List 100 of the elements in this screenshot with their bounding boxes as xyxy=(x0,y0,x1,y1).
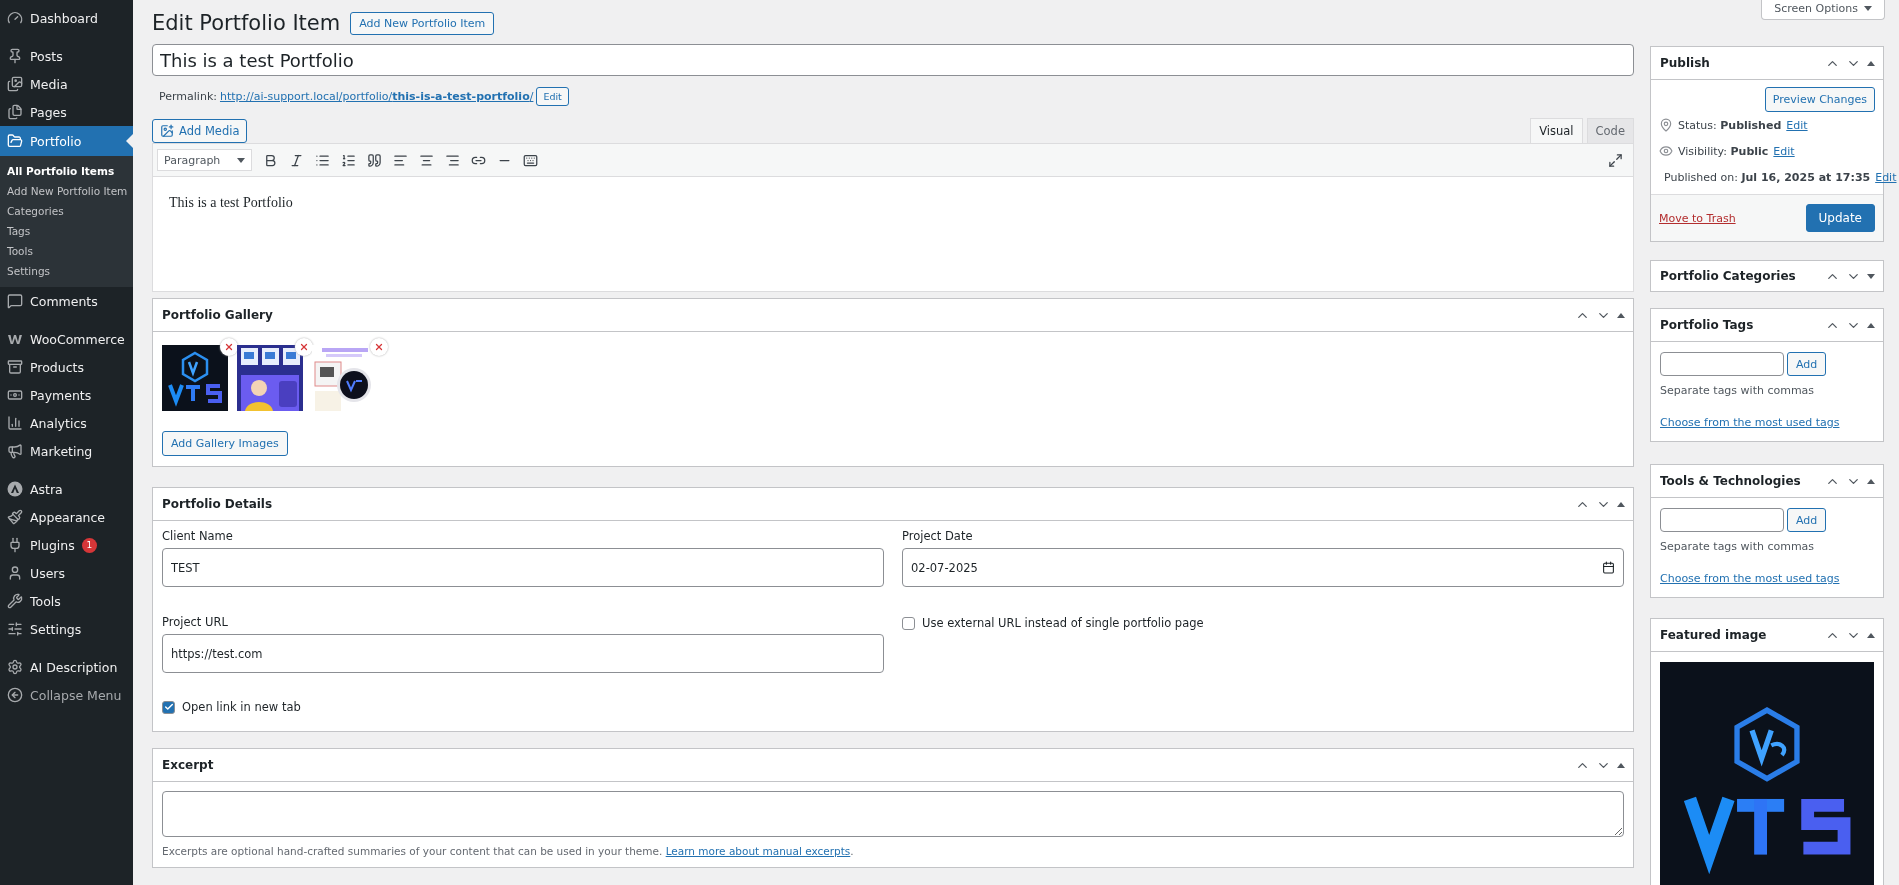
menu-item[interactable]: Dashboard xyxy=(0,4,133,32)
menu-item[interactable]: Analytics xyxy=(0,409,133,437)
box-title: Portfolio Details xyxy=(162,497,273,511)
menu-item[interactable]: Comments xyxy=(0,287,133,315)
quote-icon[interactable] xyxy=(367,152,382,168)
menu-item[interactable]: Products xyxy=(0,353,133,381)
menu-item[interactable]: Posts xyxy=(0,42,133,70)
media-icon xyxy=(7,76,23,92)
checkbox[interactable] xyxy=(162,700,175,714)
update-button[interactable]: Update xyxy=(1805,204,1875,232)
box-icon xyxy=(7,359,23,375)
remove-button[interactable] xyxy=(220,338,238,356)
submenu-item[interactable]: Tags xyxy=(0,221,133,241)
toggle-icon[interactable] xyxy=(1867,632,1875,638)
toggle-icon[interactable] xyxy=(1867,273,1875,279)
calendar-icon[interactable] xyxy=(1602,561,1615,574)
edit-permalink-button[interactable]: Edit xyxy=(536,86,569,106)
permalink-label: Permalink: xyxy=(159,89,217,103)
menu-item[interactable]: Appearance xyxy=(0,503,133,531)
pages-icon xyxy=(7,104,23,120)
add-tag-button[interactable]: Add xyxy=(1787,508,1827,532)
editor-tab[interactable]: Visual xyxy=(1530,118,1583,144)
menu-item[interactable]: Plugins 1 xyxy=(0,531,133,559)
menu-item[interactable]: Pages xyxy=(0,98,133,126)
publish-info: Visibility: Public xyxy=(1678,144,1769,158)
update-count-badge: 1 xyxy=(81,537,97,553)
publish-info: Status: Published xyxy=(1678,118,1782,132)
text-field[interactable]: https://test.com xyxy=(162,634,884,673)
submenu-item[interactable]: Tools xyxy=(0,241,133,261)
caret-icon xyxy=(1864,6,1872,11)
menu-item[interactable]: Payments xyxy=(0,381,133,409)
menu-item[interactable]: Astra xyxy=(0,475,133,503)
add-new-button[interactable]: Add New Portfolio Item xyxy=(350,11,495,35)
pin-icon xyxy=(1659,118,1673,132)
edit-link[interactable]: Edit xyxy=(1786,118,1808,132)
move-to-trash-link[interactable]: Move to Trash xyxy=(1659,211,1736,225)
date-field[interactable]: 02-07-2025 xyxy=(902,548,1624,587)
menu-item[interactable]: Marketing xyxy=(0,437,133,465)
format-select[interactable]: Paragraph xyxy=(157,149,252,171)
menu-item[interactable]: WooCommerce xyxy=(0,325,133,353)
collapse-menu-button[interactable]: Collapse Menu xyxy=(0,681,133,709)
toggle-icon[interactable] xyxy=(1867,478,1875,484)
menu-item[interactable]: Portfolio xyxy=(0,126,133,156)
toggle-icon[interactable] xyxy=(1867,60,1875,66)
numbered-list-icon[interactable] xyxy=(341,152,356,168)
submenu-item[interactable]: Categories xyxy=(0,201,133,221)
toggle-icon[interactable] xyxy=(1617,312,1625,318)
menu-item[interactable]: Settings xyxy=(0,615,133,643)
menu-item[interactable]: Tools xyxy=(0,587,133,615)
submenu-item[interactable]: All Portfolio Items xyxy=(0,161,133,181)
align-left-icon[interactable] xyxy=(393,152,408,168)
menu-item[interactable]: Users xyxy=(0,559,133,587)
sliders-icon xyxy=(7,621,23,637)
megaphone-icon xyxy=(7,443,23,459)
checkbox[interactable] xyxy=(902,616,915,630)
excerpt-field[interactable] xyxy=(162,791,1624,837)
box-title: Tools & Technologies xyxy=(1660,474,1801,488)
align-right-icon[interactable] xyxy=(445,152,460,168)
preview-changes-button[interactable]: Preview Changes xyxy=(1764,87,1875,112)
add-tag-button[interactable]: Add xyxy=(1787,352,1827,376)
checkbox-label: Use external URL instead of single portfolio page xyxy=(922,616,1204,630)
submenu-item[interactable]: Add New Portfolio Item xyxy=(0,181,133,201)
close-icon xyxy=(224,342,234,352)
toggle-icon[interactable] xyxy=(1617,762,1625,768)
collapse-icon xyxy=(7,687,23,703)
menu-item[interactable]: Media xyxy=(0,70,133,98)
user-icon xyxy=(7,565,23,581)
field-label: Project Date xyxy=(902,529,974,543)
screen-options-button[interactable]: Screen Options xyxy=(1761,0,1885,20)
folder-icon xyxy=(7,133,23,149)
text-field[interactable]: TEST xyxy=(162,548,884,587)
add-gallery-images-button[interactable]: Add Gallery Images xyxy=(162,431,288,456)
toggle-icon[interactable] xyxy=(1617,501,1625,507)
pin-icon xyxy=(7,48,23,64)
tag-hint: Separate tags with commas xyxy=(1660,384,1816,397)
banknote-icon xyxy=(7,387,23,403)
checkbox-label: Open link in new tab xyxy=(182,700,301,714)
permalink-link[interactable]: http://ai-support.local/portfolio/this-is-a-test-portfolio/ xyxy=(219,89,534,103)
bullet-list-icon[interactable] xyxy=(315,152,330,168)
menu-item[interactable]: AI Description xyxy=(0,653,133,681)
toggle-icon[interactable] xyxy=(1867,322,1875,328)
tag-field[interactable] xyxy=(1660,508,1784,532)
submenu-item[interactable]: Settings xyxy=(0,261,133,281)
fullscreen-icon[interactable] xyxy=(1608,152,1623,168)
editor-content[interactable]: This is a test Portfolio xyxy=(153,177,1633,291)
italic-icon[interactable] xyxy=(289,152,304,168)
title-field[interactable]: This is a test Portfolio xyxy=(152,44,1634,76)
close-icon xyxy=(299,342,309,352)
editor-tab[interactable]: Code xyxy=(1586,118,1634,144)
edit-link[interactable]: Edit xyxy=(1773,144,1795,158)
excerpt-help-text: Excerpts are optional hand-crafted summaries of your content that can be used in your theme. Learn more about manual excerpts. xyxy=(162,845,855,857)
align-center-icon[interactable] xyxy=(419,152,434,168)
tag-field[interactable] xyxy=(1660,352,1784,376)
bold-icon[interactable] xyxy=(263,152,278,168)
edit-link[interactable]: Edit xyxy=(1875,170,1897,184)
most-used-tags-link[interactable]: Choose from the most used tags xyxy=(1660,572,1874,585)
add-media-button[interactable]: Add Media xyxy=(152,119,248,143)
most-used-tags-link[interactable]: Choose from the most used tags xyxy=(1660,416,1874,429)
tag-hint: Separate tags with commas xyxy=(1660,540,1816,553)
page-title: Edit Portfolio Item xyxy=(152,11,341,35)
